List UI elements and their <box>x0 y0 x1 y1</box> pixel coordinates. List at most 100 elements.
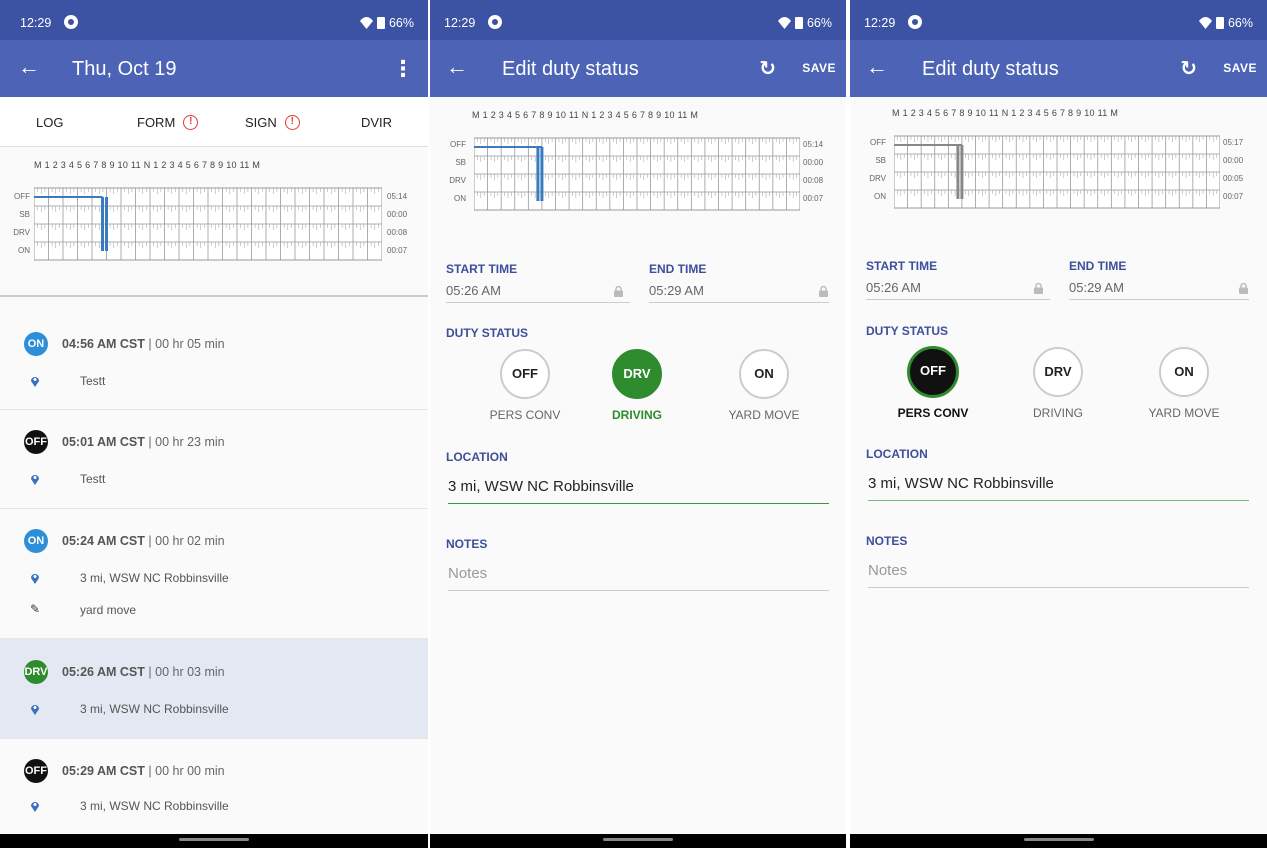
event-location: 3 mi, WSW NC Robbinsville <box>80 571 229 585</box>
duty-button-off[interactable]: OFF <box>500 349 550 399</box>
row-label-sb: SB <box>19 210 30 219</box>
end-time-value: 05:29 AM <box>649 283 704 298</box>
lock-icon <box>819 286 828 297</box>
duty-caption-yard-move: YARD MOVE <box>1148 406 1220 420</box>
system-nav-bar <box>430 834 846 848</box>
status-badge: OFF <box>24 759 48 783</box>
event-duration: | 00 hr 03 min <box>148 665 225 679</box>
app-bar: ← Edit duty status ↻ SAVE <box>430 40 846 97</box>
location-label: LOCATION <box>446 450 508 464</box>
home-handle[interactable] <box>603 838 673 841</box>
start-time-value: 05:26 AM <box>446 283 501 298</box>
total-off: 05:14 <box>387 192 408 201</box>
graph-hour-labels: M 1 2 3 4 5 6 7 8 9 10 11 N 1 2 3 4 5 6 … <box>892 108 1119 118</box>
row-label-off: OFF <box>870 138 886 147</box>
total-drv: 00:05 <box>1223 174 1244 183</box>
system-nav-bar <box>850 834 1267 848</box>
refresh-icon[interactable]: ↻ <box>1180 56 1197 81</box>
row-label-off: OFF <box>14 192 30 201</box>
row-label-on: ON <box>18 246 30 255</box>
edit-duty-status-screen-off: 12:29 66% ← Edit duty status ↻ SAVE M 1 … <box>850 0 1267 848</box>
event-location: 3 mi, WSW NC Robbinsville <box>80 702 229 716</box>
tab-dvir[interactable]: DVIR <box>361 115 392 130</box>
battery-percent: 66% <box>388 16 414 30</box>
save-button[interactable]: SAVE <box>802 61 836 75</box>
start-time-label: START TIME <box>446 262 518 276</box>
refresh-icon[interactable]: ↻ <box>759 56 776 81</box>
event-note: yard move <box>80 603 137 617</box>
notes-input[interactable]: Notes <box>868 562 1249 588</box>
sync-icon <box>908 15 922 29</box>
status-time: 12:29 <box>864 16 896 30</box>
list-item[interactable]: ON 05:24 AM CST | 00 hr 02 min 3 mi, WSW… <box>0 509 428 639</box>
location-input[interactable]: 3 mi, WSW NC Robbinsville <box>448 478 829 504</box>
graph-hour-labels: M 1 2 3 4 5 6 7 8 9 10 11 N 1 2 3 4 5 6 … <box>472 110 699 120</box>
battery-percent: 66% <box>806 16 832 30</box>
battery-icon <box>794 17 803 29</box>
duty-button-off[interactable]: OFF <box>907 346 959 398</box>
event-duration: | 00 hr 02 min <box>148 534 225 548</box>
event-time: 05:01 AM CST <box>62 435 145 449</box>
status-badge: ON <box>24 332 48 356</box>
wifi-icon <box>1198 17 1212 29</box>
duty-button-on[interactable]: ON <box>739 349 789 399</box>
total-off: 05:14 <box>803 140 824 149</box>
tab-bar: LOG FORM ! SIGN ! DVIR <box>0 97 428 147</box>
more-vert-icon[interactable]: ⋮ <box>392 56 414 82</box>
home-handle[interactable] <box>179 838 249 841</box>
start-time-field: 05:26 AM <box>866 280 1050 300</box>
list-item[interactable]: OFF 05:29 AM CST | 00 hr 00 min 3 mi, WS… <box>0 739 428 839</box>
location-pin-icon <box>31 802 39 812</box>
duty-button-drv[interactable]: DRV <box>1033 347 1083 397</box>
event-time: 05:26 AM CST <box>62 665 145 679</box>
status-badge: OFF <box>24 430 48 454</box>
total-drv: 00:08 <box>387 228 408 237</box>
save-button[interactable]: SAVE <box>1223 61 1257 75</box>
home-handle[interactable] <box>1023 838 1094 841</box>
tab-sign[interactable]: SIGN ! <box>245 115 300 130</box>
event-time: 04:56 AM CST <box>62 337 145 351</box>
app-bar: ← Edit duty status ↻ SAVE <box>850 40 1267 97</box>
notes-input[interactable]: Notes <box>448 565 829 591</box>
duty-button-drv[interactable]: DRV <box>612 349 662 399</box>
pencil-icon: ✎ <box>30 602 41 616</box>
graph-divider <box>0 295 428 297</box>
row-label-drv: DRV <box>13 228 30 237</box>
app-bar: ← Thu, Oct 19 ⋮ <box>0 40 428 97</box>
event-time: 05:24 AM CST <box>62 534 145 548</box>
lock-icon <box>1034 283 1043 294</box>
tab-log[interactable]: LOG <box>36 115 63 130</box>
list-item[interactable]: ON 04:56 AM CST | 00 hr 05 min Testt <box>0 312 428 410</box>
battery-icon <box>376 17 385 29</box>
back-arrow-icon[interactable]: ← <box>866 56 888 78</box>
back-arrow-icon[interactable]: ← <box>18 56 40 78</box>
event-duration: | 00 hr 23 min <box>148 435 225 449</box>
notes-label: NOTES <box>866 534 908 548</box>
status-bar: 12:29 66% <box>850 0 1267 40</box>
start-time-value: 05:26 AM <box>866 280 921 295</box>
duty-caption-pers-conv: PERS CONV <box>897 406 969 420</box>
row-label-on: ON <box>454 194 466 203</box>
duty-status-label: DUTY STATUS <box>866 324 949 338</box>
list-item[interactable]: OFF 05:01 AM CST | 00 hr 23 min Testt <box>0 410 428 509</box>
log-screen: 12:29 66% ← Thu, Oct 19 ⋮ LOG FORM ! SIG… <box>0 0 428 848</box>
row-label-sb: SB <box>455 158 466 167</box>
duty-button-on[interactable]: ON <box>1159 347 1209 397</box>
list-item[interactable]: DRV 05:26 AM CST | 00 hr 03 min 3 mi, WS… <box>0 639 428 739</box>
end-time-field: 05:29 AM <box>1069 280 1249 300</box>
duty-caption-driving: DRIVING <box>1032 406 1083 420</box>
lock-icon <box>1239 283 1248 294</box>
event-location: 3 mi, WSW NC Robbinsville <box>80 799 229 813</box>
duty-status-label: DUTY STATUS <box>446 326 529 340</box>
alert-icon: ! <box>284 115 300 130</box>
page-title: Edit duty status <box>922 58 1059 80</box>
end-time-value: 05:29 AM <box>1069 280 1124 295</box>
system-nav-bar <box>0 834 428 848</box>
tab-form[interactable]: FORM ! <box>137 115 199 130</box>
total-on: 00:07 <box>387 246 408 255</box>
graph-grid <box>34 187 382 261</box>
location-input[interactable]: 3 mi, WSW NC Robbinsville <box>868 475 1249 501</box>
status-badge: DRV <box>24 660 48 684</box>
back-arrow-icon[interactable]: ← <box>446 56 468 78</box>
wifi-icon <box>359 17 373 29</box>
